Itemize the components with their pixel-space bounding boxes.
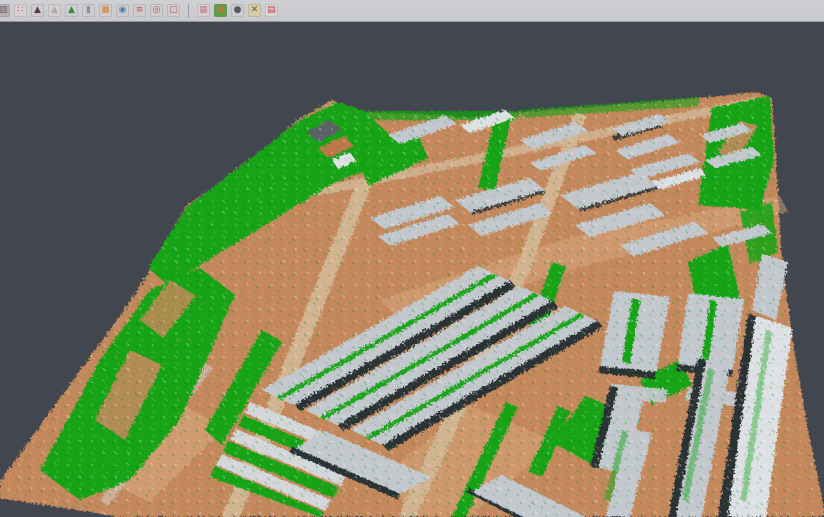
point-noise-texture xyxy=(0,92,824,517)
red-circle-select-icon[interactable]: ◎ xyxy=(150,4,163,17)
red-list-icon[interactable]: ≡ xyxy=(133,4,146,17)
dark-sphere-icon[interactable]: ● xyxy=(231,4,244,17)
red-report-icon[interactable]: ▤ xyxy=(265,4,278,17)
classified-mesh-scene[interactable] xyxy=(0,23,824,517)
light-mountain-icon[interactable]: ▲ xyxy=(48,4,61,17)
classified-map-icon[interactable]: ▩ xyxy=(214,4,227,17)
point-align-icon[interactable]: ∷ xyxy=(14,4,27,17)
green-terrain-icon[interactable]: ▲ xyxy=(65,4,78,17)
cross-markers-icon[interactable]: ✕ xyxy=(248,4,261,17)
toolbar-separator xyxy=(188,4,189,18)
blue-globe-icon[interactable]: ◉ xyxy=(116,4,129,17)
folder-import-icon[interactable]: ▥ xyxy=(0,4,10,17)
viewport-3d[interactable] xyxy=(0,23,824,517)
blue-column-icon[interactable]: ▮ xyxy=(82,4,95,17)
dark-mountain-icon[interactable]: ▲ xyxy=(31,4,44,17)
red-rect-select-icon[interactable]: ▢ xyxy=(167,4,180,17)
terrain-layers xyxy=(0,92,824,517)
main-toolbar: ▥ ∷ ▲ ▲ ▲ ▮ ■ ◉ ≡ ◎ ▢ ▦ ▩ ● ✕ ▤ xyxy=(0,0,824,22)
orange-tile-icon[interactable]: ■ xyxy=(99,4,112,17)
application-window: ▥ ∷ ▲ ▲ ▲ ▮ ■ ◉ ≡ ◎ ▢ ▦ ▩ ● ✕ ▤ xyxy=(0,0,824,517)
checker-grid-icon[interactable]: ▦ xyxy=(197,4,210,17)
